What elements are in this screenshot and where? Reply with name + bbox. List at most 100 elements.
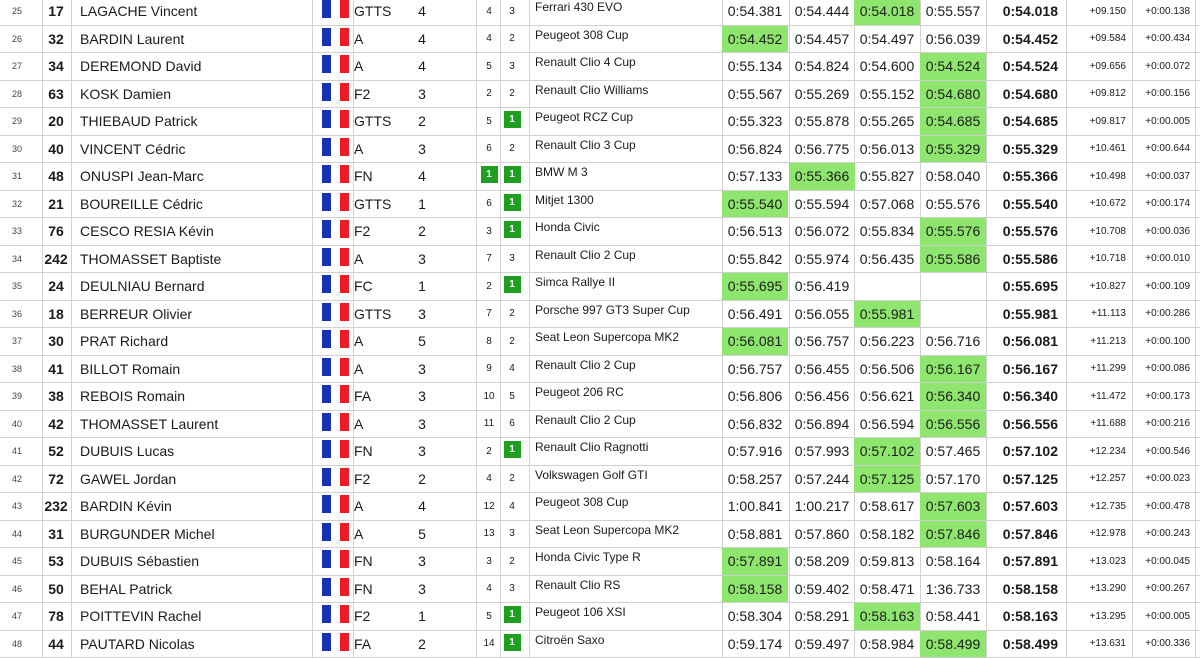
car-number-cell: 42 — [42, 411, 70, 438]
car-model-cell: Peugeot 308 Cup — [535, 493, 721, 520]
driver-name-cell: DUBUIS Lucas — [80, 438, 312, 465]
best-time-cell: 0:57.846 — [986, 521, 1064, 548]
column-divider — [476, 246, 477, 273]
column-divider — [312, 218, 313, 245]
column-divider — [476, 0, 477, 25]
rank-value: 2 — [509, 88, 515, 99]
column-divider — [529, 246, 530, 273]
column-divider — [529, 493, 530, 520]
lap-time-1-cell: 0:58.158 — [722, 576, 788, 603]
gap-to-leader-cell: +10.827 — [1066, 273, 1130, 300]
gap-to-previous-cell: +0:00.546 — [1132, 438, 1192, 465]
column-divider — [71, 26, 72, 53]
column-divider — [312, 521, 313, 548]
rank-value: 4 — [486, 583, 492, 594]
lap-time-3-cell: 0:57.102 — [854, 438, 920, 465]
position-cell: 26 — [12, 26, 42, 53]
lap-time-3-cell: 0:58.471 — [854, 576, 920, 603]
class-rank-cell: 3 — [501, 0, 523, 25]
column-divider — [476, 218, 477, 245]
class-rank-cell: 3 — [501, 521, 523, 548]
group-cell: GTTS — [354, 108, 414, 135]
car-model-cell: Renault Clio 4 Cup — [535, 53, 721, 80]
class-rank-cell: 1 — [501, 603, 523, 630]
position-cell: 27 — [12, 53, 42, 80]
lap-time-1-cell: 0:55.540 — [722, 191, 788, 218]
car-number-cell: 32 — [42, 26, 70, 53]
class-cell: 2 — [416, 108, 428, 135]
column-divider — [1195, 273, 1196, 300]
column-divider — [476, 328, 477, 355]
class-rank-cell: 2 — [501, 81, 523, 108]
column-divider — [529, 136, 530, 163]
lap-time-2-cell: 0:56.055 — [789, 301, 855, 328]
car-model-cell: Peugeot 206 RC — [535, 383, 721, 410]
gap-to-leader-cell: +12.234 — [1066, 438, 1130, 465]
rank-value: 3 — [509, 528, 515, 539]
lap-time-1-cell: 0:58.881 — [722, 521, 788, 548]
overall-class-rank-cell: 2 — [478, 438, 500, 465]
gap-to-previous-cell: +0:00.478 — [1132, 493, 1192, 520]
table-row: 3524DEULNIAU BernardFC121Simca Rallye II… — [0, 273, 1200, 301]
table-row: 34242THOMASSET BaptisteA373Renault Clio … — [0, 246, 1200, 274]
lap-time-4-cell: 0:56.556 — [920, 411, 986, 438]
column-divider — [476, 81, 477, 108]
column-divider — [312, 81, 313, 108]
gap-to-previous-cell: +0:00.036 — [1132, 218, 1192, 245]
lap-time-4-cell: 0:56.039 — [920, 26, 986, 53]
class-rank-cell: 1 — [501, 163, 523, 190]
lap-time-1-cell: 0:57.133 — [722, 163, 788, 190]
best-time-cell: 0:54.018 — [986, 0, 1064, 25]
class-cell: 4 — [416, 493, 428, 520]
column-divider — [71, 438, 72, 465]
lap-time-1-cell: 0:54.381 — [722, 0, 788, 25]
group-cell: FA — [354, 383, 414, 410]
lap-time-1-cell: 0:58.257 — [722, 466, 788, 493]
class-rank-cell: 2 — [501, 328, 523, 355]
driver-name-cell: LAGACHE Vincent — [80, 0, 312, 25]
car-model-cell: Honda Civic Type R — [535, 548, 721, 575]
car-model-cell: Citroën Saxo — [535, 631, 721, 658]
lap-time-1-cell: 0:54.452 — [722, 26, 788, 53]
column-divider — [476, 163, 477, 190]
best-time-cell: 0:54.680 — [986, 81, 1064, 108]
group-cell: F2 — [354, 81, 414, 108]
column-divider — [312, 356, 313, 383]
column-divider — [1195, 631, 1196, 658]
column-divider — [529, 273, 530, 300]
rank-value: 4 — [486, 6, 492, 17]
position-cell: 25 — [12, 0, 42, 25]
rank-value: 5 — [486, 61, 492, 72]
gap-to-leader-cell: +09.817 — [1066, 108, 1130, 135]
car-number-cell: 40 — [42, 136, 70, 163]
lap-time-1-cell: 0:56.513 — [722, 218, 788, 245]
gap-to-previous-cell: +0:00.045 — [1132, 548, 1192, 575]
driver-name-cell: VINCENT Cédric — [80, 136, 312, 163]
class-rank-cell: 1 — [501, 218, 523, 245]
column-divider — [312, 438, 313, 465]
column-divider — [529, 466, 530, 493]
best-time-cell: 0:56.167 — [986, 356, 1064, 383]
france-flag-icon — [322, 548, 350, 575]
column-divider — [1195, 26, 1196, 53]
group-cell: FN — [354, 163, 414, 190]
column-divider — [529, 603, 530, 630]
lap-time-2-cell: 0:55.974 — [789, 246, 855, 273]
rank-value: 12 — [483, 501, 494, 512]
lap-time-3-cell: 0:58.182 — [854, 521, 920, 548]
lap-time-4-cell — [920, 273, 986, 300]
gap-to-leader-cell: +10.672 — [1066, 191, 1130, 218]
class-cell: 4 — [416, 163, 428, 190]
column-divider — [529, 108, 530, 135]
driver-name-cell: DUBUIS Sébastien — [80, 548, 312, 575]
column-divider — [1195, 603, 1196, 630]
column-divider — [476, 411, 477, 438]
rank-value: 2 — [509, 556, 515, 567]
france-flag-icon — [322, 521, 350, 548]
column-divider — [1195, 576, 1196, 603]
column-divider — [312, 466, 313, 493]
column-divider — [71, 548, 72, 575]
car-model-cell: Renault Clio Ragnotti — [535, 438, 721, 465]
car-model-cell: Renault Clio 2 Cup — [535, 411, 721, 438]
rank-value: 7 — [486, 308, 492, 319]
